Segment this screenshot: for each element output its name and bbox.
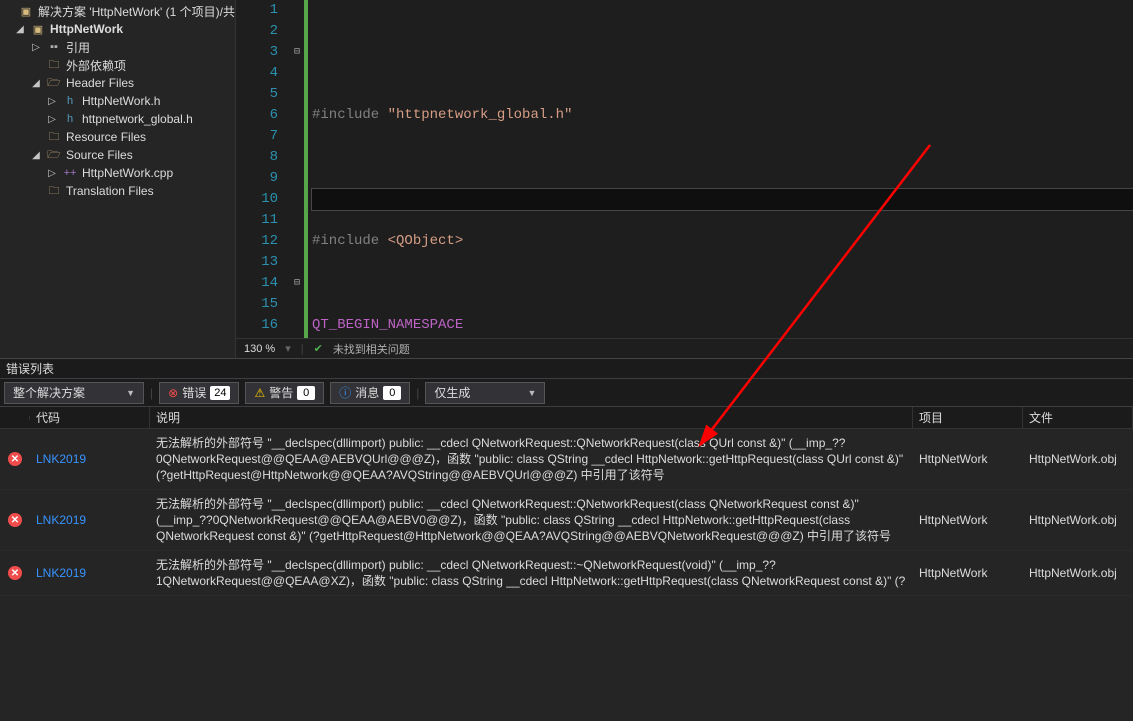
fold-column[interactable]: ⊟ ⊟: [290, 0, 304, 338]
error-code[interactable]: LNK2019: [30, 433, 150, 485]
pp-include: #include: [312, 233, 379, 249]
expander-icon[interactable]: ▷: [46, 96, 58, 107]
error-icon: ✕: [8, 513, 22, 527]
header-file-2[interactable]: ▷ h httpnetwork_global.h: [0, 110, 235, 128]
error-desc: 无法解析的外部符号 "__declspec(dllimport) public:…: [150, 433, 913, 485]
solution-filter-label: 整个解决方案: [13, 384, 85, 401]
no-issues-text: 未找到相关问题: [333, 341, 410, 357]
error-file: HttpNetWork.obj: [1023, 555, 1133, 591]
zoom-level[interactable]: 130 %: [244, 343, 275, 355]
th-file[interactable]: 文件: [1023, 407, 1133, 428]
error-desc: 无法解析的外部符号 "__declspec(dllimport) public:…: [150, 555, 913, 591]
cpp1-label: HttpNetWork.cpp: [82, 166, 173, 180]
external-deps-node[interactable]: 🗀 外部依赖项: [0, 56, 235, 74]
solution-label: 解决方案 'HttpNetWork' (1 个项目)/共: [38, 3, 235, 20]
folder-icon: 🗁: [46, 147, 62, 163]
chevron-down-icon: ▼: [527, 388, 536, 398]
th-proj[interactable]: 项目: [913, 407, 1023, 428]
chevron-down-icon: ▼: [126, 388, 135, 398]
error-proj: HttpNetWork: [913, 433, 1023, 485]
folder-icon: 🗁: [46, 75, 62, 91]
editor-status-bar: 130 % ▾ | ✔ 未找到相关问题: [236, 338, 1133, 358]
solution-node[interactable]: ▣ 解决方案 'HttpNetWork' (1 个项目)/共: [0, 2, 235, 20]
translation-files-node[interactable]: 🗀 Translation Files: [0, 182, 235, 200]
expander-icon[interactable]: ◢: [30, 150, 42, 161]
check-icon: ✔: [314, 342, 323, 355]
project-label: HttpNetWork: [50, 22, 123, 36]
ns-begin: QT_BEGIN_NAMESPACE: [312, 317, 463, 333]
external-label: 外部依赖项: [66, 57, 126, 74]
error-desc: 无法解析的外部符号 "__declspec(dllimport) public:…: [150, 494, 913, 546]
folder-icon: 🗀: [46, 183, 62, 199]
expander-icon[interactable]: ▷: [46, 114, 58, 125]
references-icon: ▪▪: [46, 39, 62, 55]
cpp-file-1[interactable]: ▷ ++ HttpNetWork.cpp: [0, 164, 235, 182]
error-list-panel: 错误列表 整个解决方案 ▼ | ⊗ 错误 24 ⚠ 警告 0 ⓘ 消息 0: [0, 358, 1133, 721]
include-path-1: "httpnetwork_global.h": [388, 107, 573, 123]
solution-explorer: ▣ 解决方案 'HttpNetWork' (1 个项目)/共 ◢ ▣ HttpN…: [0, 0, 236, 358]
error-file: HttpNetWork.obj: [1023, 433, 1133, 485]
h2-label: httpnetwork_global.h: [82, 112, 193, 126]
error-table-header: 代码 说明 项目 文件: [0, 407, 1133, 429]
errors-label: 错误: [182, 384, 206, 401]
build-filter-label: 仅生成: [434, 384, 470, 401]
code-body[interactable]: #include "httpnetwork_global.h" #include…: [308, 0, 1133, 338]
warnings-label: 警告: [269, 384, 293, 401]
messages-count: 0: [383, 386, 401, 400]
panel-title: 错误列表: [6, 360, 54, 377]
solution-icon: ▣: [18, 3, 34, 19]
expander-icon[interactable]: ◢: [30, 78, 42, 89]
error-proj: HttpNetWork: [913, 494, 1023, 546]
header-files-node[interactable]: ◢ 🗁 Header Files: [0, 74, 235, 92]
error-file: HttpNetWork.obj: [1023, 494, 1133, 546]
table-row[interactable]: ✕ LNK2019 无法解析的外部符号 "__declspec(dllimpor…: [0, 429, 1133, 490]
references-label: 引用: [66, 39, 90, 56]
code-editor[interactable]: 1234567891011121314151617 ⊟ ⊟ #include "…: [236, 0, 1133, 358]
error-icon: ✕: [8, 452, 22, 466]
project-icon: ▣: [30, 21, 46, 37]
expander-icon[interactable]: ◢: [14, 24, 26, 35]
info-icon: ⓘ: [339, 384, 351, 401]
folder-icon: 🗀: [46, 57, 62, 73]
expander-icon[interactable]: ▷: [30, 42, 42, 53]
errors-filter-button[interactable]: ⊗ 错误 24: [159, 382, 239, 404]
expander-icon[interactable]: ▷: [46, 168, 58, 179]
messages-filter-button[interactable]: ⓘ 消息 0: [330, 382, 410, 404]
h-file-icon: h: [62, 111, 78, 127]
include-path-2: <QObject>: [388, 233, 464, 249]
error-table-body[interactable]: ✕ LNK2019 无法解析的外部符号 "__declspec(dllimpor…: [0, 429, 1133, 721]
build-filter-dropdown[interactable]: 仅生成 ▼: [425, 382, 545, 404]
th-desc[interactable]: 说明: [150, 407, 913, 428]
error-proj: HttpNetWork: [913, 555, 1023, 591]
error-icon: ✕: [8, 566, 22, 580]
source-files-node[interactable]: ◢ 🗁 Source Files: [0, 146, 235, 164]
table-row[interactable]: ✕ LNK2019 无法解析的外部符号 "__declspec(dllimpor…: [0, 551, 1133, 596]
line-number-gutter: 1234567891011121314151617: [236, 0, 290, 338]
resource-label: Resource Files: [66, 130, 146, 144]
messages-label: 消息: [355, 384, 379, 401]
project-node[interactable]: ◢ ▣ HttpNetWork: [0, 20, 235, 38]
solution-filter-dropdown[interactable]: 整个解决方案 ▼: [4, 382, 144, 404]
sources-label: Source Files: [66, 148, 133, 162]
folder-icon: 🗀: [46, 129, 62, 145]
translation-label: Translation Files: [66, 184, 154, 198]
warning-icon: ⚠: [254, 386, 265, 400]
th-code[interactable]: 代码: [30, 407, 150, 428]
error-icon: ⊗: [168, 386, 178, 400]
header-file-1[interactable]: ▷ h HttpNetWork.h: [0, 92, 235, 110]
warnings-filter-button[interactable]: ⚠ 警告 0: [245, 382, 324, 404]
error-code[interactable]: LNK2019: [30, 494, 150, 546]
headers-label: Header Files: [66, 76, 134, 90]
references-node[interactable]: ▷ ▪▪ 引用: [0, 38, 235, 56]
h1-label: HttpNetWork.h: [82, 94, 160, 108]
errors-count: 24: [210, 386, 230, 400]
resource-files-node[interactable]: 🗀 Resource Files: [0, 128, 235, 146]
error-code[interactable]: LNK2019: [30, 555, 150, 591]
warnings-count: 0: [297, 386, 315, 400]
pp-include: #include: [312, 107, 379, 123]
table-row[interactable]: ✕ LNK2019 无法解析的外部符号 "__declspec(dllimpor…: [0, 490, 1133, 551]
cpp-file-icon: ++: [62, 165, 78, 181]
h-file-icon: h: [62, 93, 78, 109]
